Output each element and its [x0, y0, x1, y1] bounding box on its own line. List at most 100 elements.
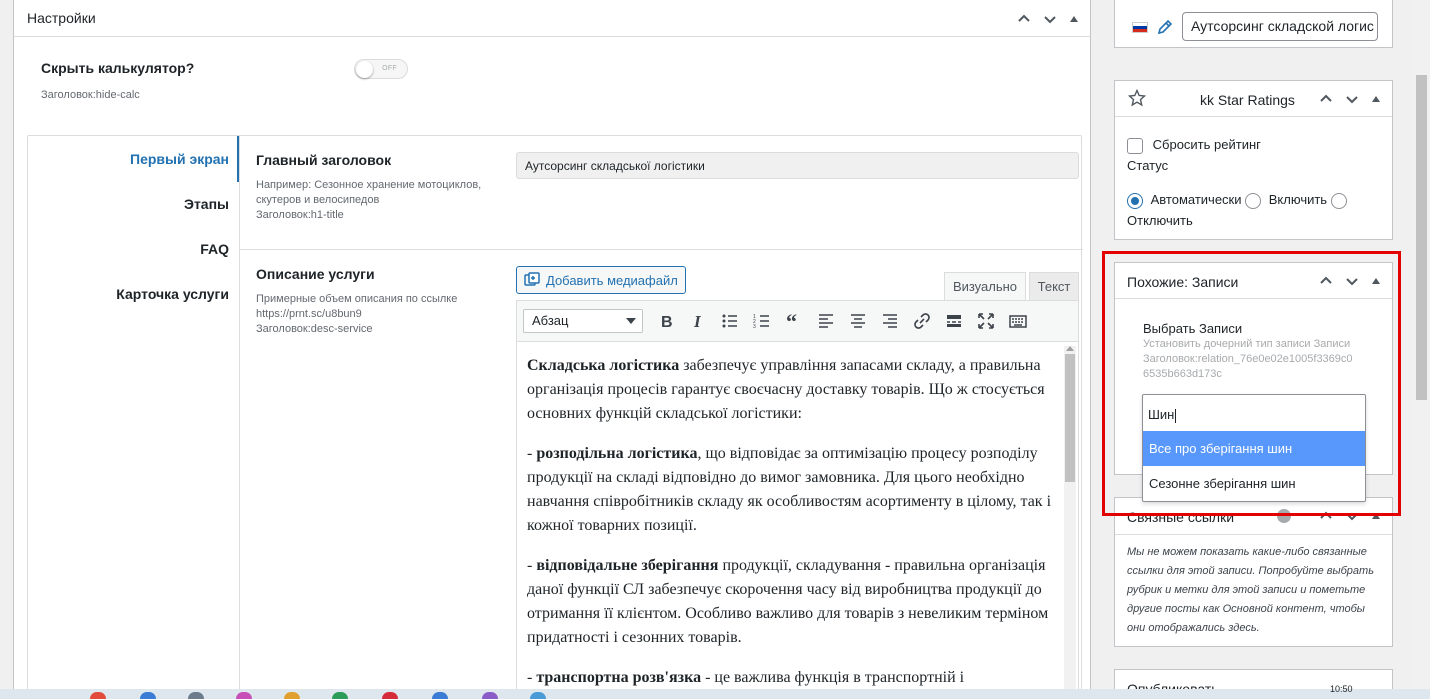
move-down-icon[interactable] [1040, 9, 1060, 29]
translation-title-input[interactable]: Аутсорсинг складской логис [1182, 12, 1378, 41]
move-down-icon[interactable] [1342, 89, 1362, 109]
move-up-icon[interactable] [1014, 9, 1034, 29]
format-select[interactable]: Абзац [523, 309, 643, 333]
h1-title-label: Главный заголовок [256, 152, 392, 168]
align-right-icon[interactable] [875, 307, 905, 335]
app-icon[interactable] [140, 692, 156, 699]
h1-title-input[interactable]: Аутсорсинг складської логістики [516, 152, 1079, 179]
blockquote-icon[interactable]: “ [779, 307, 809, 335]
tab-stages[interactable]: Этапы [28, 196, 239, 212]
link-icon[interactable] [907, 307, 937, 335]
italic-icon[interactable]: I [683, 307, 713, 335]
toggle-off-text: OFF [382, 65, 397, 72]
paragraph: - транспортна розв'язка - це важлива фун… [527, 669, 965, 686]
bullet-list-icon[interactable] [715, 307, 745, 335]
dropdown-option[interactable]: Сезонне зберігання шин [1143, 466, 1365, 501]
app-icon[interactable] [284, 692, 300, 699]
paragraph: - розподільна логістика, що відповідає з… [527, 445, 1052, 534]
tabs-container: Первый экран Этапы FAQ Карточка услуги Г… [27, 135, 1083, 698]
app-icon[interactable] [382, 692, 398, 699]
status-radios: Автоматически Включить [1127, 192, 1347, 209]
media-icon [524, 272, 540, 286]
reset-rating-checkbox[interactable] [1127, 137, 1143, 154]
h1-title-example: Например: Сезонное хранение мотоциклов, … [256, 179, 482, 206]
align-center-icon[interactable] [843, 307, 873, 335]
svg-text:I: I [693, 312, 702, 330]
app-icon[interactable] [236, 692, 252, 699]
app-icon[interactable] [90, 692, 106, 699]
desc-service-label: Описание услуги [256, 266, 375, 282]
taskbar: 10:50 [0, 684, 1430, 699]
pencil-icon[interactable] [1157, 19, 1173, 38]
hide-calc-hint: Заголовок:hide-calc [41, 89, 140, 101]
desc-service-key: Заголовок:desc-service [256, 323, 373, 335]
h1-title-key: Заголовок:h1-title [256, 209, 344, 221]
radio-disable[interactable] [1330, 192, 1347, 209]
app-icon[interactable] [530, 692, 546, 699]
kk-star-ratings-box: kk Star Ratings Сбросить рейтинг Статус … [1114, 80, 1393, 240]
hide-calc-toggle[interactable]: OFF [354, 59, 408, 79]
dropdown-option[interactable]: Все про зберігання шин [1143, 431, 1365, 466]
hide-calc-field: Скрыть калькулятор? Заголовок:hide-calc [41, 60, 194, 101]
svg-text:3: 3 [753, 324, 756, 330]
editor-tab-visual[interactable]: Визуально [944, 272, 1026, 300]
format-select-value: Абзац [532, 313, 569, 328]
tab-first-screen[interactable]: Первый экран [28, 151, 239, 167]
russian-flag-icon [1132, 22, 1148, 33]
bold-icon[interactable]: B [651, 307, 681, 335]
radio-enable-label: Включить [1268, 192, 1328, 207]
editor-text[interactable]: Складська логістика забезпечує управлінн… [527, 354, 1057, 698]
editor-tab-text[interactable]: Текст [1029, 272, 1079, 300]
app-icon[interactable] [482, 692, 498, 699]
paragraph: - відповідальне зберігання продукції, ск… [527, 557, 1049, 646]
desc-service-hint: Примерные объем описания по ссылке [256, 293, 458, 305]
kk-star-title: kk Star Ratings [1200, 92, 1295, 108]
editor-toolbar: Абзац B I 123 “ [516, 300, 1079, 342]
app-icon[interactable] [432, 692, 448, 699]
desc-service-desc: Примерные объем описания по ссылке https… [256, 292, 501, 337]
h1-title-desc: Например: Сезонное хранение мотоциклов, … [256, 178, 501, 223]
posts-search-input[interactable]: Шин [1143, 395, 1365, 431]
clock: 10:50 [1330, 684, 1353, 694]
collapse-triangle-icon[interactable] [1368, 89, 1384, 109]
radio-auto[interactable] [1127, 192, 1143, 209]
page-scrollbar[interactable] [1413, 0, 1430, 699]
editor-scrollbar[interactable] [1064, 346, 1076, 698]
kk-star-header: kk Star Ratings [1115, 81, 1392, 117]
tab-service-card[interactable]: Карточка услуги [28, 286, 239, 302]
hide-calc-label: Скрыть калькулятор? [41, 60, 195, 76]
related-links-box: Связные ссылки Мы не можем показать каки… [1114, 497, 1393, 647]
related-links-text: Мы не можем показать какие-либо связанны… [1127, 546, 1374, 634]
keyboard-icon[interactable] [1003, 307, 1033, 335]
align-left-icon[interactable] [811, 307, 841, 335]
svg-text:“: “ [786, 312, 797, 330]
status-label: Статус [1127, 158, 1169, 173]
collapse-triangle-icon[interactable] [1066, 9, 1082, 29]
posts-autocomplete[interactable]: Шин Все про зберігання шин Сезонне збері… [1142, 394, 1366, 502]
tabs-divider [239, 136, 240, 698]
toggle-knob [356, 61, 373, 78]
editor-content[interactable]: Складська логістика забезпечує управлінн… [516, 342, 1079, 698]
radio-enable[interactable] [1245, 192, 1262, 209]
move-up-icon[interactable] [1316, 89, 1336, 109]
add-media-label: Добавить медиафайл [546, 272, 678, 288]
desc-service-link: https://prnt.sc/u8bun9 [256, 308, 362, 320]
read-more-icon[interactable] [939, 307, 969, 335]
star-icon [1127, 88, 1147, 110]
svg-text:B: B [661, 314, 673, 330]
reset-rating-label: Сбросить рейтинг [1152, 137, 1261, 152]
fullscreen-icon[interactable] [971, 307, 1001, 335]
settings-title: Настройки [27, 10, 96, 26]
settings-header: Настройки [14, 0, 1090, 37]
numbered-list-icon[interactable]: 123 [747, 307, 777, 335]
language-box: Аутсорсинг складской логис [1114, 0, 1393, 48]
settings-postbox: Настройки Скрыть калькулятор? Заголовок:… [13, 0, 1091, 699]
app-icon[interactable] [332, 692, 348, 699]
row-divider [240, 249, 1083, 250]
reset-rating-row[interactable]: Сбросить рейтинг [1127, 137, 1261, 154]
tab-faq[interactable]: FAQ [28, 241, 239, 257]
tabs-nav: Первый экран Этапы FAQ Карточка услуги [28, 136, 240, 698]
app-icon[interactable] [188, 692, 204, 699]
add-media-button[interactable]: Добавить медиафайл [516, 266, 686, 294]
paragraph: Складська логістика забезпечує управлінн… [527, 357, 1045, 422]
